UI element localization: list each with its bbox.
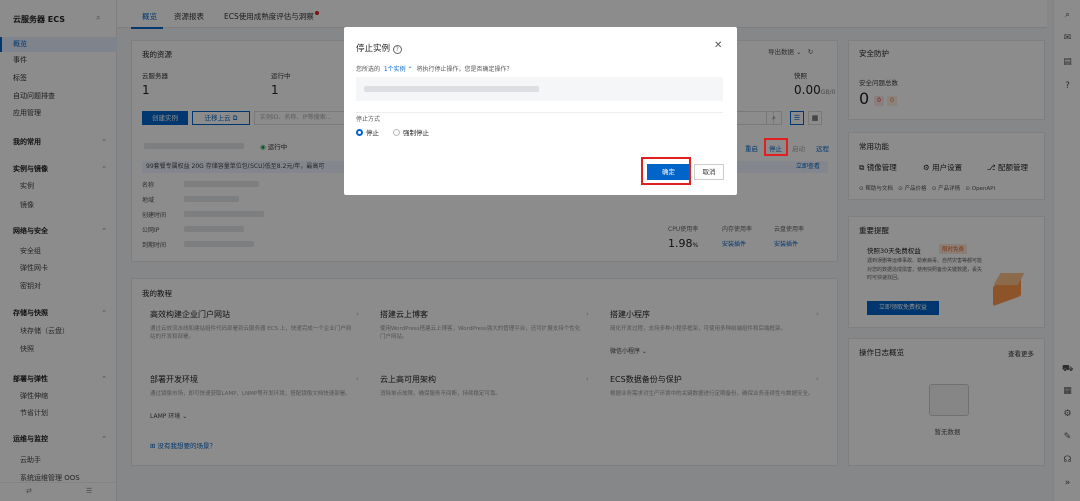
dialog-prompt: 您所选的 1个实例 ⌃ 将执行停止操作，您是否确定操作？ bbox=[356, 64, 512, 73]
confirm-button-highlight bbox=[641, 157, 691, 185]
stop-mode-label: 停止方式 bbox=[356, 116, 381, 123]
dialog-title-text: 停止实例 bbox=[356, 44, 391, 54]
radio-stop-label: 停止 bbox=[366, 129, 379, 137]
radio-force-stop[interactable]: 强制停止 bbox=[393, 127, 429, 137]
radio-unchecked-icon bbox=[393, 128, 400, 136]
instance-id-redacted bbox=[364, 86, 539, 92]
radio-stop[interactable]: 停止 bbox=[356, 127, 379, 137]
help-icon[interactable]: ? bbox=[392, 45, 402, 54]
divider bbox=[356, 112, 723, 113]
selected-instances-link[interactable]: 1个实例 ⌃ bbox=[384, 66, 413, 73]
radio-force-stop-label: 强制停止 bbox=[403, 129, 429, 137]
radio-checked-icon bbox=[356, 128, 363, 136]
dialog-title: 停止实例 ? bbox=[356, 42, 402, 54]
selected-count: 1个实例 bbox=[383, 66, 406, 73]
stop-button-highlight bbox=[764, 138, 788, 156]
prompt-tail: 将执行停止操作，您是否确定操作？ bbox=[416, 66, 513, 73]
selected-instance-row bbox=[356, 77, 723, 101]
cancel-button[interactable]: 取消 bbox=[694, 164, 724, 180]
close-icon[interactable]: ✕ bbox=[714, 40, 722, 51]
prompt-text: 您所选的 bbox=[356, 66, 381, 73]
